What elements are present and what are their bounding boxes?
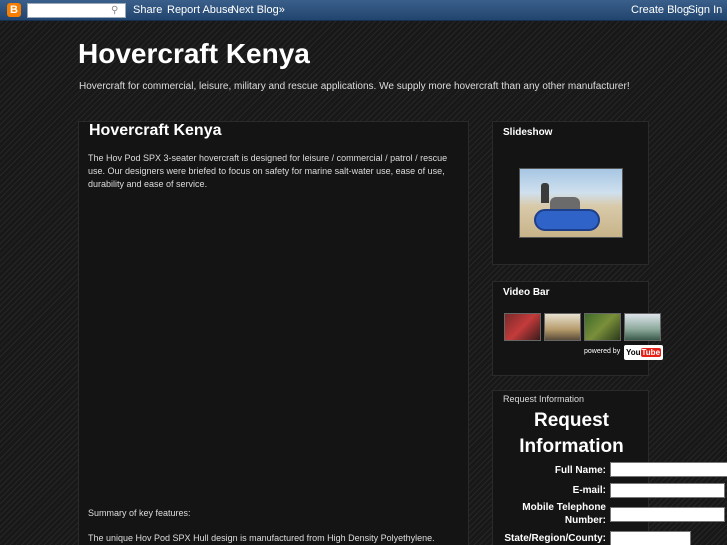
slideshow-image[interactable] (519, 168, 623, 238)
state-input[interactable] (610, 531, 691, 545)
video-thumbnail[interactable] (584, 313, 621, 341)
youtube-you: You (625, 348, 641, 357)
youtube-tube: Tube (640, 348, 662, 357)
sign-in-link[interactable]: Sign In (688, 4, 722, 16)
main-post: Hovercraft Kenya The Hov Pod SPX 3-seate… (78, 121, 469, 545)
request-info-widget: Request Information Request Information … (492, 390, 727, 545)
videobar-title: Video Bar (503, 287, 550, 298)
full-name-label: Full Name: (554, 465, 606, 476)
summary-heading: Summary of key features: (88, 508, 191, 518)
request-info-title: Request Information (503, 394, 585, 404)
slideshow-title: Slideshow (503, 127, 553, 138)
video-thumbnail[interactable] (504, 313, 541, 341)
slideshow-widget: Slideshow (492, 121, 649, 265)
state-label: State/Region/County: (504, 533, 606, 544)
search-input[interactable]: ⚲ (27, 3, 126, 18)
next-blog-link[interactable]: Next Blog» (231, 4, 285, 16)
youtube-logo[interactable]: YouTube (624, 345, 663, 360)
person-figure (541, 183, 549, 203)
mobile-label-line2: Number: (564, 515, 606, 526)
share-link[interactable]: Share (133, 4, 162, 16)
blog-description: Hovercraft for commercial, leisure, mili… (79, 81, 630, 92)
video-thumbnail[interactable] (624, 313, 661, 341)
full-name-input[interactable] (610, 462, 727, 477)
videobar-widget: Video Bar powered by YouTube (492, 281, 663, 376)
powered-by-label: powered by (584, 348, 621, 355)
request-heading-line2: Information (519, 436, 624, 457)
email-input[interactable] (610, 483, 725, 498)
search-icon[interactable]: ⚲ (111, 4, 122, 17)
blogger-logo-icon[interactable]: B (7, 3, 21, 17)
hovercraft-hull (534, 209, 600, 231)
mobile-label-line1: Mobile Telephone (522, 502, 606, 513)
feature-line: The unique Hov Pod SPX Hull design is ma… (88, 533, 435, 543)
report-abuse-link[interactable]: Report Abuse (167, 4, 234, 16)
blog-title[interactable]: Hovercraft Kenya (78, 38, 310, 70)
create-blog-link[interactable]: Create Blog (631, 4, 689, 16)
post-intro: The Hov Pod SPX 3-seater hovercraft is d… (88, 153, 448, 189)
navbar: B ⚲ Share Report Abuse Next Blog» Create… (0, 0, 727, 21)
post-title[interactable]: Hovercraft Kenya (89, 122, 222, 140)
mobile-input[interactable] (610, 507, 725, 522)
video-thumbnail[interactable] (544, 313, 581, 341)
email-label: E-mail: (572, 485, 606, 496)
request-heading-line1: Request (534, 410, 609, 431)
